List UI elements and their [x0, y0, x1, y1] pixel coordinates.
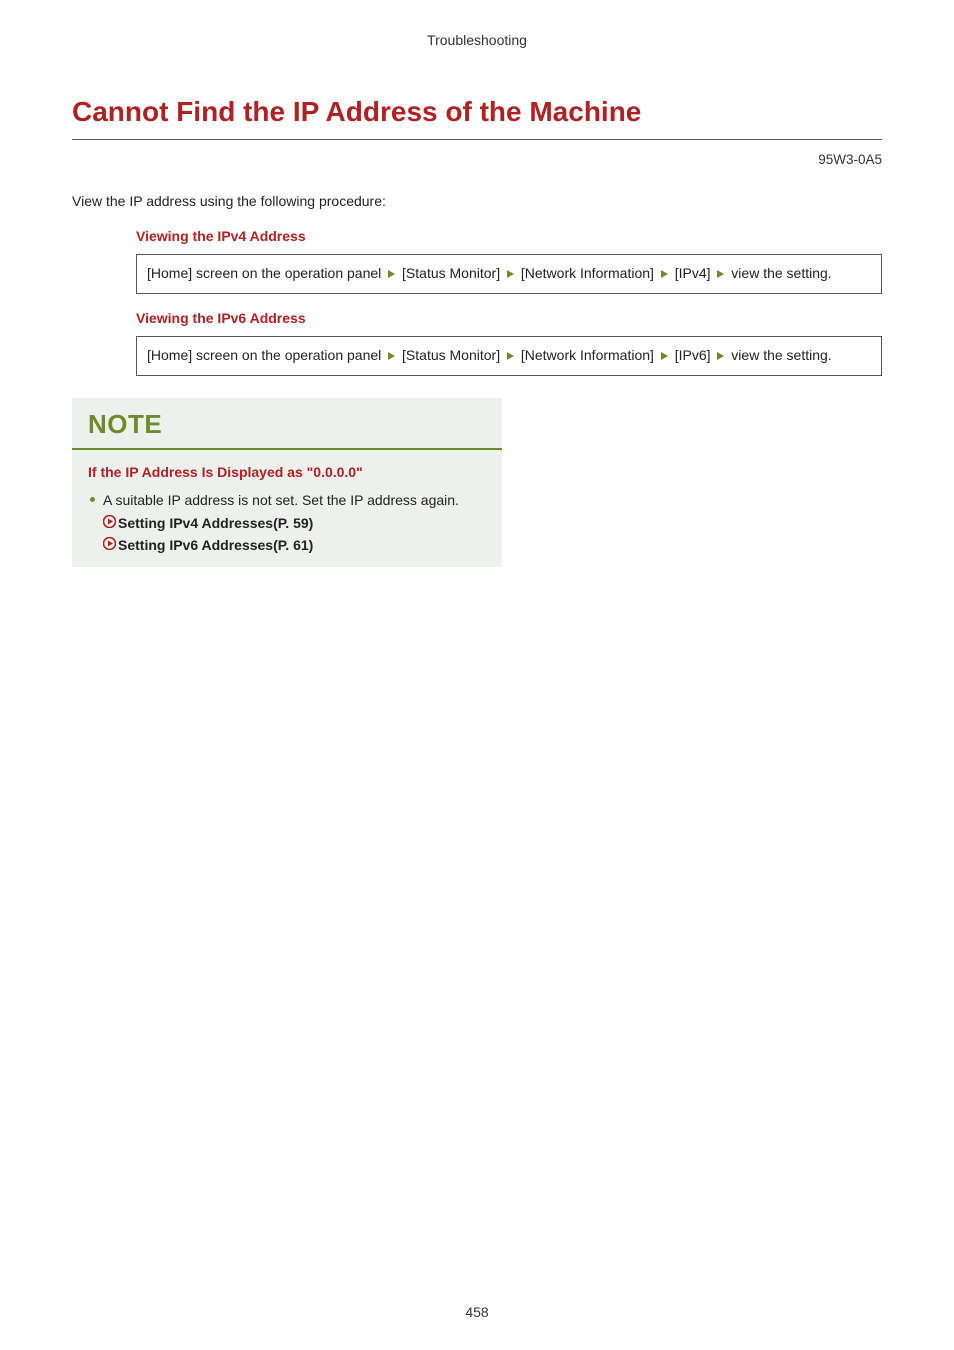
- xref-ipv6-link[interactable]: Setting IPv6 Addresses(P. 61): [103, 535, 490, 555]
- arrow-right-icon: [716, 346, 725, 367]
- arrow-right-icon: [506, 346, 515, 367]
- arrow-right-icon: [660, 264, 669, 285]
- ipv6-step-status: [Status Monitor]: [402, 347, 500, 363]
- document-code: 95W3-0A5: [72, 150, 882, 170]
- xref-ipv6-text: Setting IPv6 Addresses(P. 61): [118, 535, 313, 555]
- link-arrow-icon: [103, 513, 116, 533]
- page-title: Cannot Find the IP Address of the Machin…: [72, 92, 882, 140]
- ipv6-heading: Viewing the IPv6 Address: [136, 308, 882, 328]
- intro-text: View the IP address using the following …: [72, 191, 882, 211]
- ipv4-step-ipv4: [IPv4]: [675, 265, 711, 281]
- ipv4-step-tail: view the setting.: [731, 265, 831, 281]
- ipv4-heading: Viewing the IPv4 Address: [136, 226, 882, 246]
- link-arrow-icon: [103, 535, 116, 555]
- xref-ipv4-text: Setting IPv4 Addresses(P. 59): [118, 513, 313, 533]
- section-header: Troubleshooting: [72, 30, 882, 50]
- bullet-icon: [90, 497, 95, 502]
- ipv4-procedure-box: [Home] screen on the operation panel [St…: [136, 254, 882, 294]
- arrow-right-icon: [660, 346, 669, 367]
- ipv6-step-ipv6: [IPv6]: [675, 347, 711, 363]
- ipv6-step-network: [Network Information]: [521, 347, 654, 363]
- ipv6-procedure-box: [Home] screen on the operation panel [St…: [136, 336, 882, 376]
- xref-ipv4-link[interactable]: Setting IPv4 Addresses(P. 59): [103, 513, 490, 533]
- arrow-right-icon: [506, 264, 515, 285]
- ipv6-step-tail: view the setting.: [731, 347, 831, 363]
- ipv4-step-status: [Status Monitor]: [402, 265, 500, 281]
- arrow-right-icon: [387, 264, 396, 285]
- ipv6-step-home: [Home] screen on the operation panel: [147, 347, 381, 363]
- page-number: 458: [0, 1302, 954, 1322]
- arrow-right-icon: [716, 264, 725, 285]
- note-bullet-text: A suitable IP address is not set. Set th…: [103, 490, 490, 510]
- note-title: NOTE: [88, 406, 486, 444]
- ipv4-step-network: [Network Information]: [521, 265, 654, 281]
- note-subheading: If the IP Address Is Displayed as "0.0.0…: [72, 462, 502, 482]
- arrow-right-icon: [387, 346, 396, 367]
- ipv4-step-home: [Home] screen on the operation panel: [147, 265, 381, 281]
- note-block: NOTE If the IP Address Is Displayed as "…: [72, 398, 882, 583]
